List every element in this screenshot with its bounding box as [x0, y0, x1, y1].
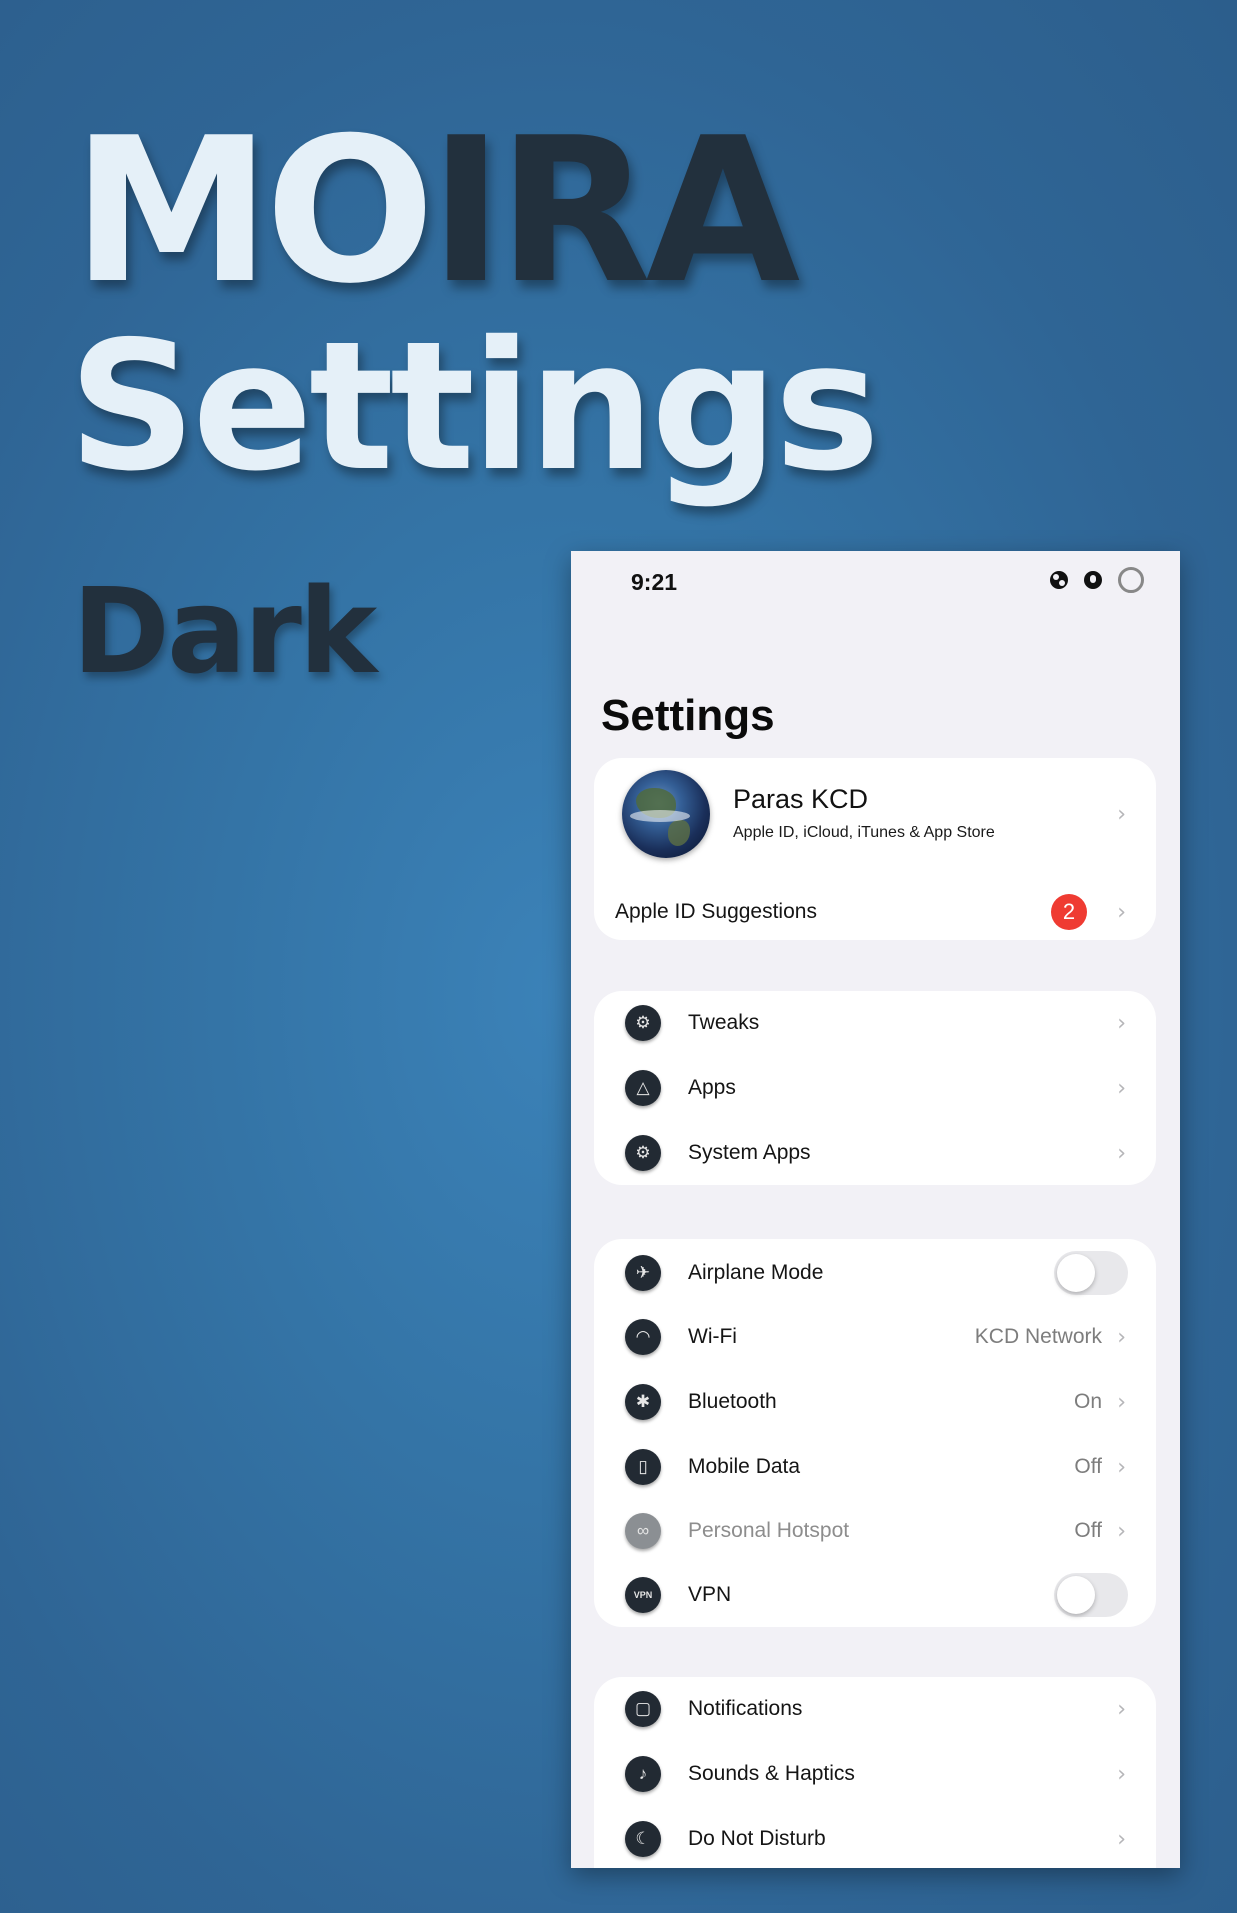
- row-label: Bluetooth: [688, 1390, 777, 1413]
- mobile-data-value: Off: [1074, 1455, 1102, 1478]
- chevron-right-icon: ›: [1117, 1761, 1126, 1787]
- airplane-mode-toggle[interactable]: [1054, 1251, 1128, 1295]
- chevron-right-icon: ›: [1117, 802, 1126, 827]
- row-label: Airplane Mode: [688, 1261, 824, 1284]
- row-apps[interactable]: △ Apps ›: [594, 1056, 1156, 1120]
- moon-icon: ☾: [625, 1821, 661, 1857]
- profile-subtitle: Apple ID, iCloud, iTunes & App Store: [733, 824, 995, 841]
- vpn-icon: VPN: [625, 1577, 661, 1613]
- profile-card: Paras KCD Apple ID, iCloud, iTunes & App…: [594, 758, 1156, 940]
- chevron-right-icon: ›: [1117, 1075, 1126, 1101]
- apple-id-suggestions-row[interactable]: Apple ID Suggestions 2 ›: [594, 880, 1156, 944]
- row-wifi[interactable]: ◠ Wi-Fi KCD Network ›: [594, 1305, 1156, 1369]
- page-title: Settings: [601, 691, 775, 740]
- row-bluetooth[interactable]: ✱ Bluetooth On ›: [594, 1370, 1156, 1434]
- hero-title: MOIRA: [72, 112, 800, 312]
- mobile-data-icon: ▯: [625, 1449, 661, 1485]
- row-label: System Apps: [688, 1141, 811, 1164]
- chevron-right-icon: ›: [1117, 1454, 1126, 1480]
- chevron-right-icon: ›: [1117, 1518, 1126, 1544]
- row-label: Do Not Disturb: [688, 1827, 826, 1850]
- airplane-icon: ✈: [625, 1255, 661, 1291]
- hero-subtitle: Settings: [68, 303, 880, 510]
- row-system-apps[interactable]: ⚙ System Apps ›: [594, 1121, 1156, 1185]
- chevron-right-icon: ›: [1117, 1010, 1126, 1036]
- row-label: VPN: [688, 1583, 732, 1606]
- battery-ring-icon: [1118, 567, 1144, 593]
- row-personal-hotspot[interactable]: ∞ Personal Hotspot Off ›: [594, 1499, 1156, 1563]
- row-label: Sounds & Haptics: [688, 1762, 855, 1785]
- profile-name: Paras KCD: [733, 784, 869, 814]
- vpn-toggle[interactable]: [1054, 1573, 1128, 1617]
- group-general: ⚙ Tweaks › △ Apps › ⚙ System Apps ›: [594, 991, 1156, 1185]
- status-time: 9:21: [631, 569, 678, 595]
- wifi-value: KCD Network: [974, 1325, 1102, 1348]
- group-connectivity: ✈ Airplane Mode ◠ Wi-Fi KCD Network › ✱ …: [594, 1239, 1156, 1627]
- avatar: [622, 770, 710, 858]
- row-label: Tweaks: [688, 1011, 760, 1034]
- hotspot-icon: ∞: [625, 1513, 661, 1549]
- apple-id-suggestions-label: Apple ID Suggestions: [615, 900, 817, 923]
- hero-title-light: MO: [72, 95, 435, 328]
- row-airplane-mode: ✈ Airplane Mode: [594, 1241, 1156, 1305]
- profile-row[interactable]: Paras KCD Apple ID, iCloud, iTunes & App…: [594, 758, 1156, 878]
- hero-variant: Dark: [72, 562, 377, 700]
- row-do-not-disturb[interactable]: ☾ Do Not Disturb ›: [594, 1807, 1156, 1868]
- chevron-right-icon: ›: [1117, 1826, 1126, 1852]
- group-notifications: ▢ Notifications › ♪ Sounds & Haptics › ☾…: [594, 1677, 1156, 1868]
- speaker-icon: ♪: [625, 1756, 661, 1792]
- app-store-icon: △: [625, 1070, 661, 1106]
- bluetooth-icon: ✱: [625, 1384, 661, 1420]
- wifi-icon: ◠: [625, 1319, 661, 1355]
- bluetooth-value: On: [1073, 1390, 1102, 1413]
- notification-badge: 2: [1051, 894, 1087, 930]
- status-shield-icon: [1084, 571, 1102, 589]
- chevron-right-icon: ›: [1117, 1696, 1126, 1722]
- row-label: Mobile Data: [688, 1455, 801, 1478]
- status-indicator-icon: [1050, 571, 1068, 589]
- row-notifications[interactable]: ▢ Notifications ›: [594, 1677, 1156, 1741]
- notifications-icon: ▢: [625, 1691, 661, 1727]
- row-label: Personal Hotspot: [688, 1519, 850, 1542]
- status-icons: [1050, 567, 1144, 593]
- row-tweaks[interactable]: ⚙ Tweaks ›: [594, 991, 1156, 1055]
- hero-title-dark: IRA: [429, 95, 800, 328]
- row-vpn: VPN VPN: [594, 1563, 1156, 1627]
- row-sounds-haptics[interactable]: ♪ Sounds & Haptics ›: [594, 1742, 1156, 1806]
- row-label: Notifications: [688, 1697, 803, 1720]
- row-label: Apps: [688, 1076, 736, 1099]
- chevron-right-icon: ›: [1117, 1389, 1126, 1415]
- row-mobile-data[interactable]: ▯ Mobile Data Off ›: [594, 1435, 1156, 1499]
- settings-screen: 9:21 Settings Paras KCD Apple ID, iCloud…: [571, 551, 1180, 1868]
- chevron-right-icon: ›: [1117, 899, 1126, 925]
- chevron-right-icon: ›: [1117, 1324, 1126, 1350]
- chevron-right-icon: ›: [1117, 1140, 1126, 1166]
- row-label: Wi-Fi: [688, 1325, 737, 1348]
- hotspot-value: Off: [1074, 1519, 1102, 1542]
- gear-icon: ⚙: [625, 1135, 661, 1171]
- tweaks-icon: ⚙: [625, 1005, 661, 1041]
